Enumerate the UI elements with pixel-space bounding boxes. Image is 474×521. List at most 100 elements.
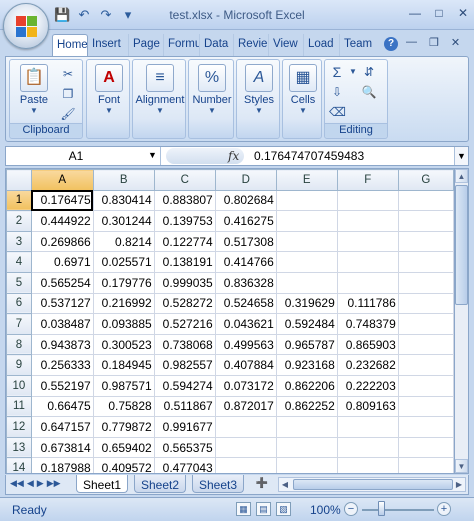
select-all-corner[interactable] [6, 169, 32, 191]
cell-g1[interactable] [397, 189, 454, 212]
cell-f6[interactable]: 0.111786 [336, 292, 399, 315]
fill-icon[interactable]: ⇩ [329, 84, 345, 100]
cell-c7[interactable]: 0.527216 [153, 313, 216, 335]
expand-formula-bar-icon[interactable]: ▼ [454, 147, 468, 165]
cell-b1[interactable]: 0.830414 [92, 189, 155, 212]
close-icon[interactable]: ✕ [456, 6, 470, 20]
cell-a12[interactable]: 0.647157 [30, 416, 94, 438]
cell-g10[interactable] [397, 374, 454, 397]
cell-g14[interactable] [397, 457, 454, 473]
cell-g11[interactable] [397, 395, 454, 418]
cell-b11[interactable]: 0.75828 [92, 395, 155, 418]
tab-insert[interactable]: Insert [88, 34, 129, 56]
column-header-d[interactable]: D [214, 169, 277, 191]
cell-f12[interactable] [336, 416, 399, 438]
row-header-5[interactable]: 5 [6, 271, 32, 294]
scroll-down-icon[interactable]: ▼ [455, 459, 468, 473]
cell-f7[interactable]: 0.748379 [336, 313, 399, 335]
cell-g9[interactable] [397, 354, 454, 376]
cell-d9[interactable]: 0.407884 [214, 354, 277, 376]
cell-g8[interactable] [397, 333, 454, 356]
cell-a8[interactable]: 0.943873 [30, 333, 94, 356]
row-header-4[interactable]: 4 [6, 251, 32, 273]
tab-load[interactable]: Load [304, 34, 340, 56]
zoom-in-icon[interactable]: + [437, 502, 451, 516]
workbook-restore-icon[interactable]: ❐ [429, 36, 439, 49]
row-header-10[interactable]: 10 [6, 374, 32, 397]
find-select-icon[interactable]: 🔍 [361, 84, 377, 100]
cell-d13[interactable] [214, 436, 277, 459]
cell-b13[interactable]: 0.659402 [92, 436, 155, 459]
cell-b12[interactable]: 0.779872 [92, 416, 155, 438]
alignment-group[interactable]: ≡ Alignment ▼ [132, 59, 186, 139]
cell-e13[interactable] [275, 436, 338, 459]
cell-b14[interactable]: 0.409572 [92, 457, 155, 473]
row-header-9[interactable]: 9 [6, 354, 32, 376]
cell-e4[interactable] [275, 251, 338, 273]
cell-a3[interactable]: 0.269866 [30, 230, 94, 253]
cell-a6[interactable]: 0.537127 [30, 292, 94, 315]
office-button[interactable] [3, 3, 49, 49]
tab-team[interactable]: Team [340, 34, 376, 56]
cell-a4[interactable]: 0.6971 [30, 251, 94, 273]
cell-b7[interactable]: 0.093885 [92, 313, 155, 335]
cell-f13[interactable] [336, 436, 399, 459]
cell-f11[interactable]: 0.809163 [336, 395, 399, 418]
column-header-b[interactable]: B [92, 169, 155, 191]
cell-c2[interactable]: 0.139753 [153, 210, 216, 232]
row-header-14[interactable]: 14 [6, 457, 32, 473]
cell-g6[interactable] [397, 292, 454, 315]
page-break-view-icon[interactable]: ▧ [276, 502, 291, 516]
cell-a9[interactable]: 0.256333 [30, 354, 94, 376]
next-sheet-icon[interactable]: ▶ [37, 478, 44, 489]
font-group[interactable]: A Font ▼ [86, 59, 130, 139]
number-group[interactable]: % Number ▼ [188, 59, 234, 139]
normal-view-icon[interactable]: ▦ [236, 502, 251, 516]
row-header-12[interactable]: 12 [6, 416, 32, 438]
cell-b3[interactable]: 0.8214 [92, 230, 155, 253]
cell-e8[interactable]: 0.965787 [275, 333, 338, 356]
cell-d10[interactable]: 0.073172 [214, 374, 277, 397]
cell-d3[interactable]: 0.517308 [214, 230, 277, 253]
prev-sheet-icon[interactable]: ◀ [27, 478, 34, 489]
cell-a13[interactable]: 0.673814 [30, 436, 94, 459]
cell-c14[interactable]: 0.477043 [153, 457, 216, 473]
cell-a2[interactable]: 0.444922 [30, 210, 94, 232]
row-header-7[interactable]: 7 [6, 313, 32, 335]
format-painter-icon[interactable]: 🖌 [60, 106, 76, 122]
first-sheet-icon[interactable]: ◀◀ [10, 478, 24, 489]
cells-group[interactable]: ▦ Cells ▼ [282, 59, 322, 139]
row-header-8[interactable]: 8 [6, 333, 32, 356]
cell-c3[interactable]: 0.122774 [153, 230, 216, 253]
cell-d4[interactable]: 0.414766 [214, 251, 277, 273]
cell-g5[interactable] [397, 271, 454, 294]
column-header-c[interactable]: C [153, 169, 216, 191]
workbook-close-icon[interactable]: ✕ [451, 36, 460, 49]
cell-c4[interactable]: 0.138191 [153, 251, 216, 273]
column-header-a[interactable]: A [30, 169, 94, 191]
name-box[interactable]: A1 ▼ [6, 147, 161, 165]
cell-b4[interactable]: 0.025571 [92, 251, 155, 273]
cell-g3[interactable] [397, 230, 454, 253]
styles-group[interactable]: A Styles ▼ [236, 59, 280, 139]
cell-a10[interactable]: 0.552197 [30, 374, 94, 397]
cell-d11[interactable]: 0.872017 [214, 395, 277, 418]
cell-c5[interactable]: 0.999035 [153, 271, 216, 294]
zoom-slider-track[interactable] [362, 509, 434, 511]
row-header-6[interactable]: 6 [6, 292, 32, 315]
zoom-slider-thumb[interactable] [378, 501, 385, 516]
tab-review[interactable]: Revie [234, 34, 269, 56]
row-header-13[interactable]: 13 [6, 436, 32, 459]
column-header-g[interactable]: G [397, 169, 454, 191]
cell-d6[interactable]: 0.524658 [214, 292, 277, 315]
cell-f3[interactable] [336, 230, 399, 253]
cell-d8[interactable]: 0.499563 [214, 333, 277, 356]
cell-a14[interactable]: 0.187988 [30, 457, 94, 473]
cell-c9[interactable]: 0.982557 [153, 354, 216, 376]
cell-f1[interactable] [336, 189, 399, 212]
cell-f9[interactable]: 0.232682 [336, 354, 399, 376]
cell-f2[interactable] [336, 210, 399, 232]
cell-e7[interactable]: 0.592484 [275, 313, 338, 335]
tab-page-layout[interactable]: Page [129, 34, 164, 56]
cell-b10[interactable]: 0.987571 [92, 374, 155, 397]
